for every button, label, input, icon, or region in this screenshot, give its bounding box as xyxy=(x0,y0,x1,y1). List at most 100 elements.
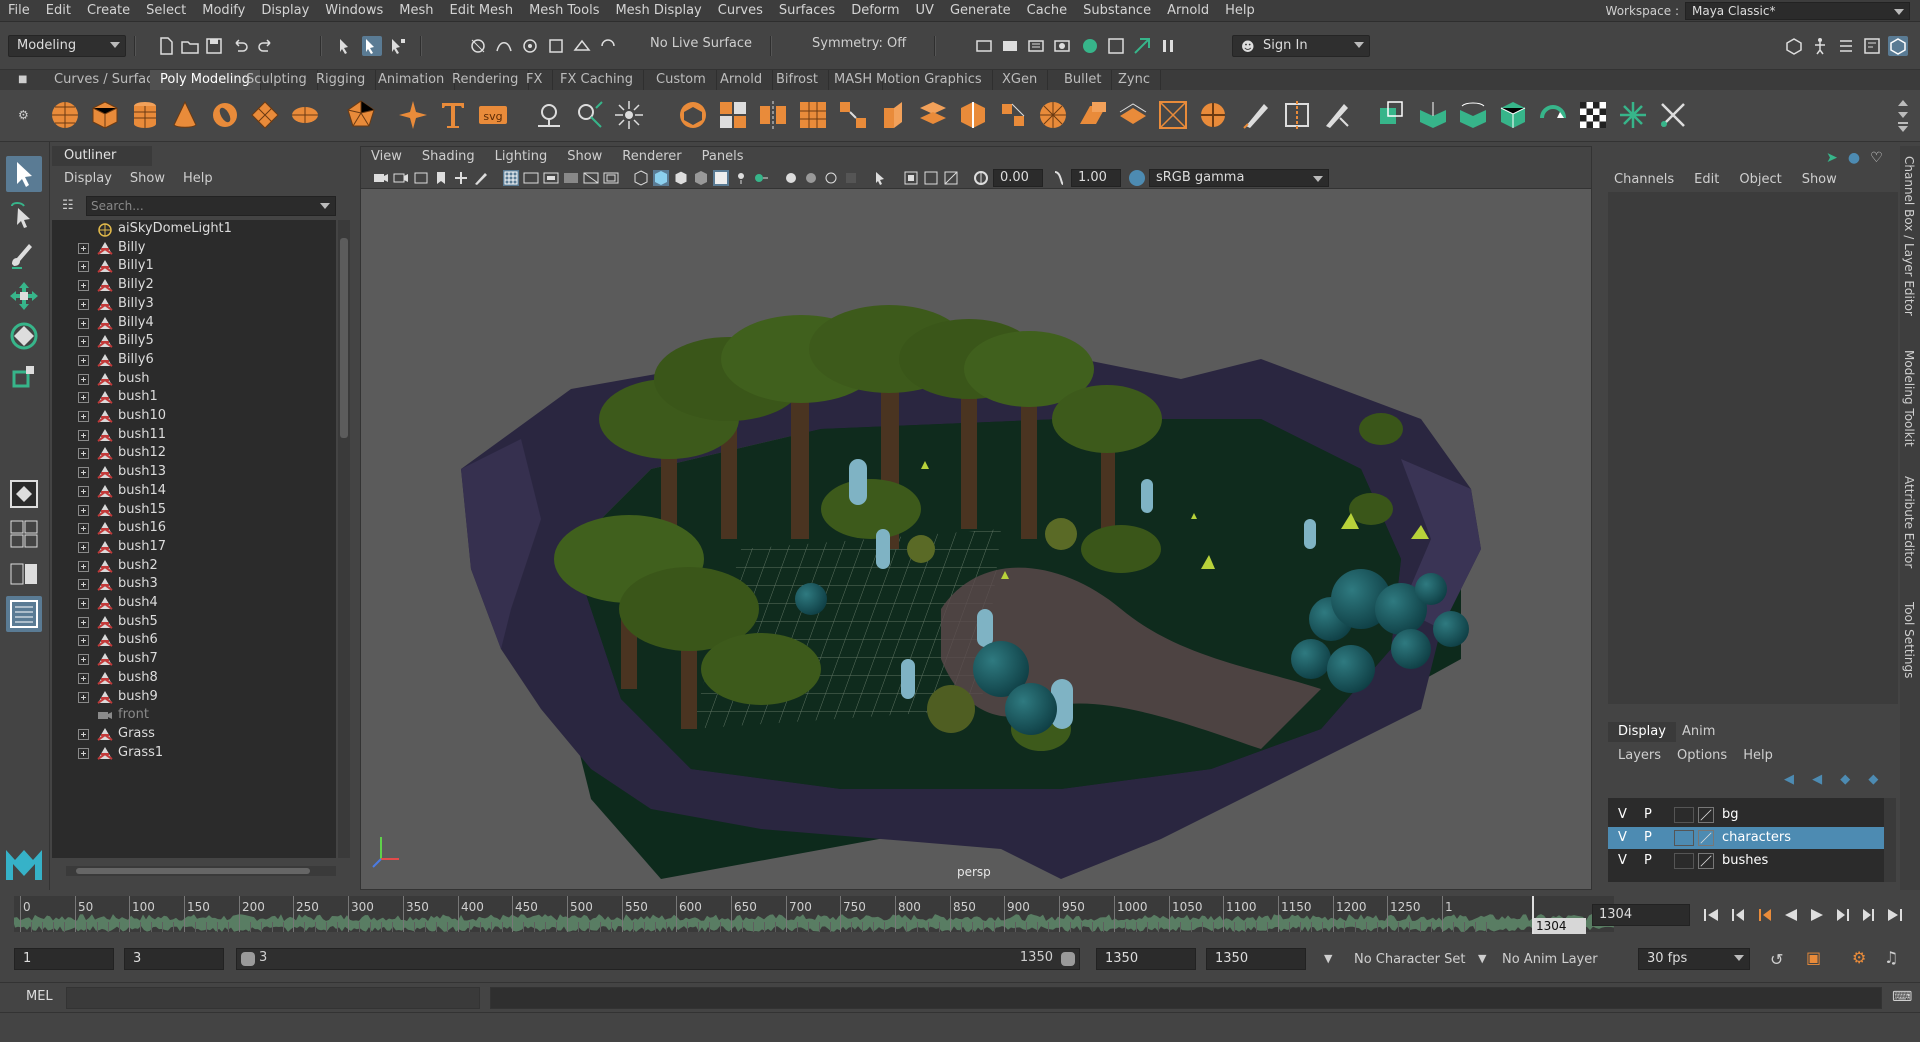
wireframe-on-shaded-icon[interactable] xyxy=(673,170,689,186)
modeling-toolkit-icon[interactable] xyxy=(1784,36,1804,56)
shelf-tab-custom[interactable]: Custom xyxy=(646,70,717,90)
anti-aliasing-icon[interactable] xyxy=(823,170,839,186)
go-to-start-icon[interactable] xyxy=(1702,906,1720,924)
render-current-icon[interactable] xyxy=(974,36,994,56)
outliner-item[interactable]: bush9 xyxy=(52,688,336,707)
expand-icon[interactable] xyxy=(78,373,89,385)
menu-arnold[interactable]: Arnold xyxy=(1159,0,1217,22)
layer-color-swatch[interactable] xyxy=(1674,830,1694,846)
expand-icon[interactable] xyxy=(78,672,89,684)
safe-action-icon[interactable] xyxy=(603,170,619,186)
channel-box-icon[interactable] xyxy=(1888,36,1908,56)
fill-hole-icon[interactable] xyxy=(796,98,830,132)
expand-icon[interactable] xyxy=(78,317,89,329)
menu-substance[interactable]: Substance xyxy=(1075,0,1159,22)
sculpt-tool-icon[interactable] xyxy=(1320,98,1354,132)
command-input[interactable] xyxy=(66,987,480,1009)
playback-end-field[interactable]: 1350 xyxy=(1096,948,1196,970)
film-gate-icon[interactable] xyxy=(523,170,539,186)
anim-layer-caret-icon[interactable]: ▼ xyxy=(1478,952,1486,965)
expand-icon[interactable] xyxy=(78,598,89,609)
step-forward-frame-icon[interactable] xyxy=(1860,906,1878,924)
layer-menu-help[interactable]: Help xyxy=(1743,746,1773,766)
animation-end-field[interactable]: 1350 xyxy=(1206,948,1306,970)
outliner-item[interactable]: Billy xyxy=(52,239,336,258)
shelf-tab-zync[interactable]: Zync xyxy=(1108,70,1161,90)
anim-layer-dropdown[interactable]: No Anim Layer xyxy=(1502,952,1598,967)
character-set-caret-icon[interactable]: ▼ xyxy=(1324,952,1332,965)
outliner-item[interactable]: bush4 xyxy=(52,594,336,613)
layer-edit-icon[interactable] xyxy=(1698,853,1714,869)
viewport-persp[interactable]: View Shading Lighting Show Renderer Panels 0.… xyxy=(360,146,1592,890)
outliner-item[interactable]: Billy4 xyxy=(52,314,336,333)
select-tool-icon[interactable] xyxy=(6,156,42,192)
new-scene-icon[interactable] xyxy=(156,36,176,56)
layer-menu-options[interactable]: Options xyxy=(1677,746,1727,766)
layer-visibility-toggle[interactable]: V xyxy=(1618,804,1627,826)
quad-draw-icon[interactable] xyxy=(1240,98,1274,132)
poly-cone-icon[interactable] xyxy=(168,98,202,132)
outliner-item[interactable]: Grass xyxy=(52,725,336,744)
outliner-item[interactable]: bush6 xyxy=(52,631,336,650)
outliner-item[interactable]: front xyxy=(52,706,336,725)
shelf-tab-xgen[interactable]: XGen xyxy=(992,70,1049,90)
side-tab-attribute-editor[interactable]: Attribute Editor xyxy=(1902,476,1916,568)
speed-icon[interactable]: ● xyxy=(1848,150,1860,166)
arnold-ipr-icon[interactable] xyxy=(1132,36,1152,56)
new-layer-selected-icon[interactable]: ◆ xyxy=(1868,772,1878,787)
expand-icon[interactable] xyxy=(78,354,89,366)
menu-set-dropdown[interactable]: Modeling xyxy=(8,35,126,57)
outliner-layout-icon[interactable] xyxy=(6,596,42,632)
outliner-item[interactable]: bush1 xyxy=(52,388,336,407)
uv-sew-icon[interactable] xyxy=(1656,98,1690,132)
outliner-item[interactable]: Billy2 xyxy=(52,276,336,295)
tool-settings-icon[interactable] xyxy=(1862,36,1882,56)
menu-mesh-tools[interactable]: Mesh Tools xyxy=(521,0,607,22)
shelf-scroll-arrows[interactable] xyxy=(1898,100,1908,132)
shelf-tab-fx[interactable]: FX xyxy=(516,70,554,90)
uv-cut-icon[interactable] xyxy=(1616,98,1650,132)
menu-surfaces[interactable]: Surfaces xyxy=(771,0,843,22)
expand-icon[interactable] xyxy=(78,523,89,535)
fps-dropdown[interactable]: 30 fps xyxy=(1638,948,1750,970)
exposure-field[interactable]: 0.00 xyxy=(993,169,1043,187)
hypershade-icon[interactable] xyxy=(1052,36,1072,56)
camera-attributes-icon[interactable] xyxy=(393,170,409,186)
outliner-item[interactable]: Billy1 xyxy=(52,257,336,276)
menu-uv[interactable]: UV xyxy=(908,0,942,22)
super-shape-icon[interactable] xyxy=(396,98,430,132)
shelf-options-icon[interactable]: ■ xyxy=(18,74,27,85)
menu-curves[interactable]: Curves xyxy=(710,0,771,22)
new-layer-icon[interactable]: ◆ xyxy=(1840,772,1850,787)
play-backwards-icon[interactable] xyxy=(1782,906,1800,924)
four-view-layout-icon[interactable] xyxy=(6,516,42,552)
grid-toggle-icon[interactable] xyxy=(503,170,519,186)
outliner-item[interactable]: bush12 xyxy=(52,444,336,463)
command-language-label[interactable]: MEL xyxy=(26,989,53,1004)
crease-icon[interactable] xyxy=(1196,98,1230,132)
filter-icon[interactable]: ☷ xyxy=(62,198,74,213)
expand-icon[interactable] xyxy=(78,635,89,647)
snap-grid-icon[interactable] xyxy=(468,36,488,56)
wedge-icon[interactable] xyxy=(1076,98,1110,132)
platonic-solid-icon[interactable] xyxy=(344,98,378,132)
expand-icon[interactable] xyxy=(78,485,89,497)
animation-preferences-icon[interactable]: ⚙ xyxy=(1852,948,1866,967)
range-end-knob[interactable] xyxy=(1061,952,1075,966)
xray-icon[interactable] xyxy=(903,170,919,186)
select-component-icon[interactable] xyxy=(388,36,408,56)
expand-icon[interactable] xyxy=(78,280,89,292)
field-chart-icon[interactable] xyxy=(583,170,599,186)
outliner-item[interactable]: bush13 xyxy=(52,463,336,482)
outliner-item[interactable]: bush xyxy=(52,370,336,389)
rotate-tool-icon[interactable] xyxy=(6,318,42,354)
outliner-item[interactable]: bush15 xyxy=(52,501,336,520)
save-scene-icon[interactable] xyxy=(204,36,224,56)
smooth-shade-icon[interactable] xyxy=(653,170,669,186)
layer-name[interactable]: bushes xyxy=(1722,850,1768,872)
outliner-item[interactable]: Billy6 xyxy=(52,351,336,370)
menu-edit[interactable]: Edit xyxy=(38,0,79,22)
step-back-frame-icon[interactable] xyxy=(1756,906,1774,924)
ipr-render-icon[interactable] xyxy=(1000,36,1020,56)
move-layer-up-icon[interactable]: ◀ xyxy=(1784,772,1794,787)
